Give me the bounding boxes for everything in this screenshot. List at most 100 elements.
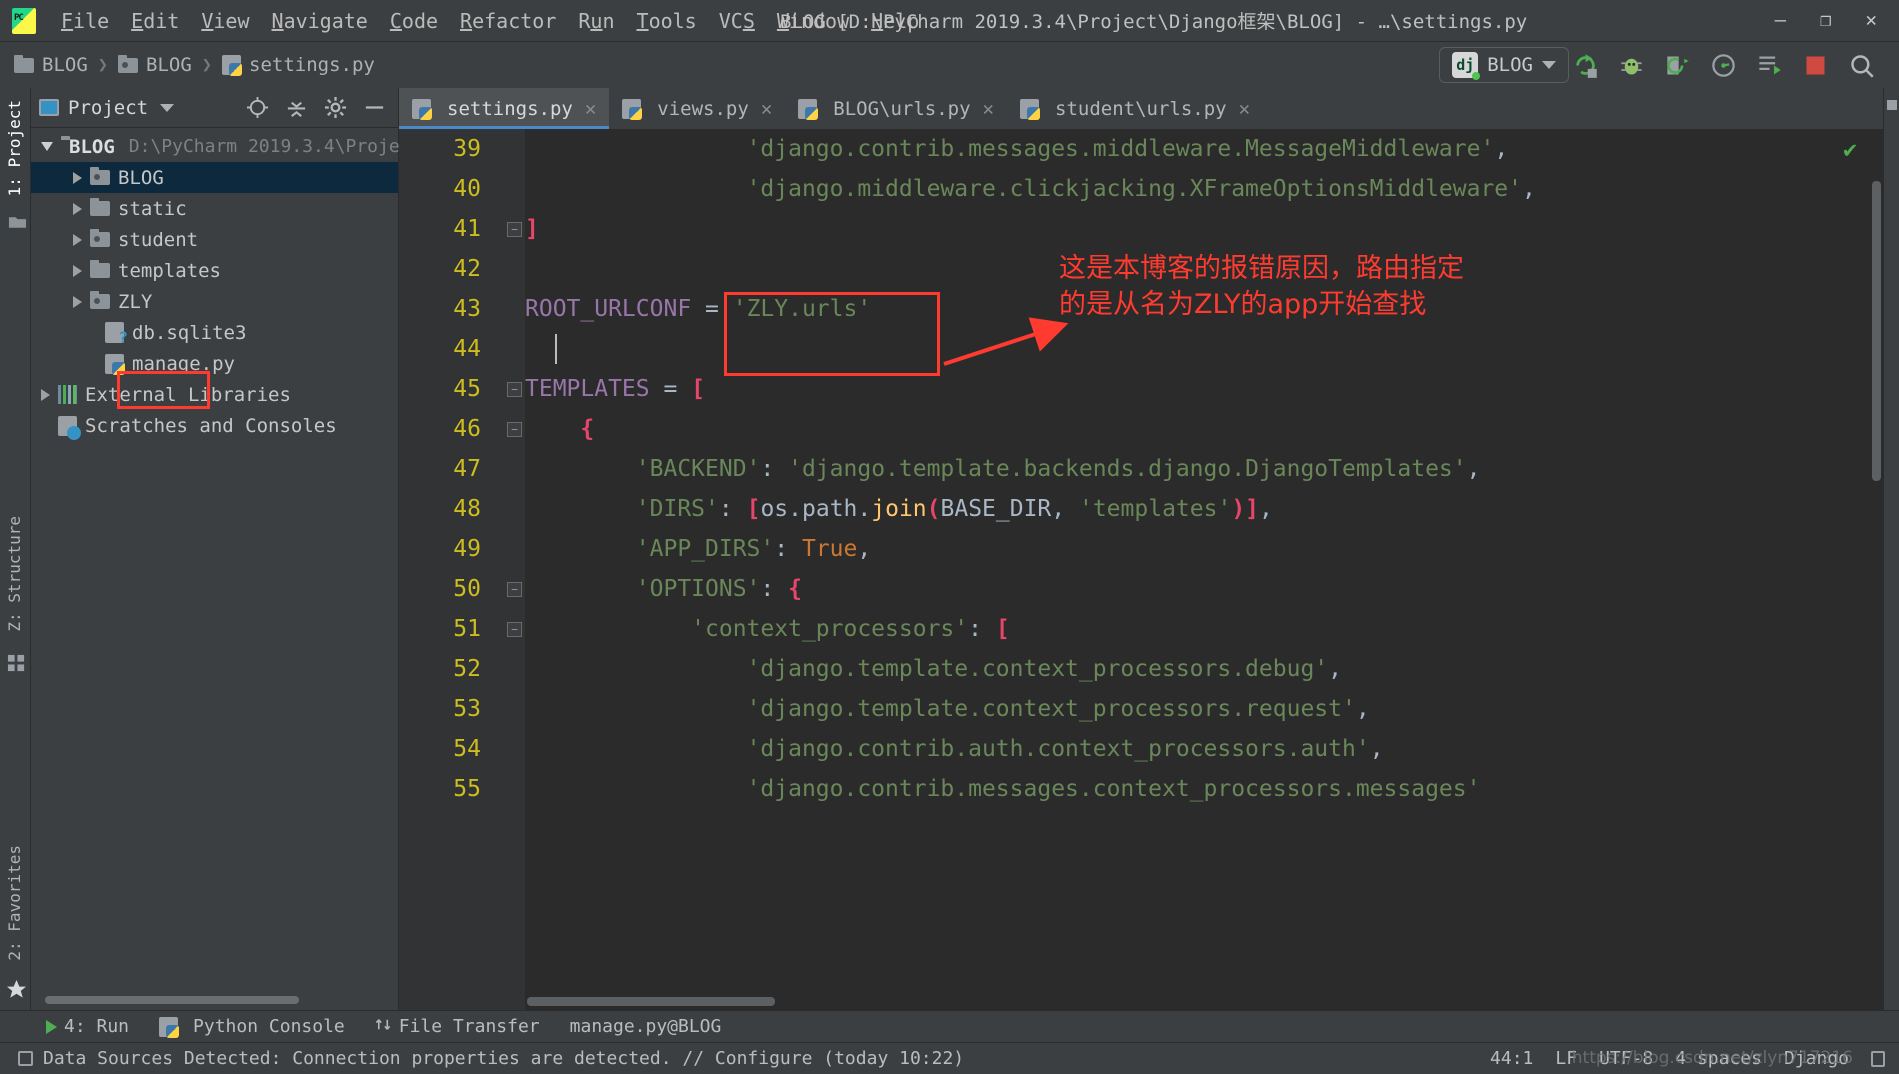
debug-icon[interactable]	[1618, 52, 1645, 79]
sidebar-item-project[interactable]: 1: Project	[5, 92, 24, 204]
menu-item-tools[interactable]: Tools	[626, 7, 708, 35]
code-line[interactable]: 54 'django.contrib.auth.context_processo…	[399, 729, 1883, 769]
tool-button-run[interactable]: 4: Run	[46, 1016, 129, 1037]
code-line[interactable]: 46 {	[399, 409, 1883, 449]
chevron-down-icon[interactable]	[1542, 61, 1556, 69]
menu-item-navigate[interactable]: Navigate	[261, 7, 379, 35]
close-icon[interactable]: ✕	[761, 98, 772, 120]
code-fold-toggle[interactable]: −	[507, 422, 522, 437]
code-fold-toggle[interactable]: −	[507, 222, 522, 237]
code-line[interactable]: 45 TEMPLATES = [	[399, 369, 1883, 409]
code-line[interactable]: 51 'context_processors': [	[399, 609, 1883, 649]
locate-icon[interactable]	[246, 96, 269, 119]
db-file-icon	[105, 322, 128, 347]
menu-item-vcs[interactable]: VCS	[708, 7, 766, 35]
chevron-right-icon[interactable]	[41, 388, 50, 401]
chevron-right-icon[interactable]	[73, 233, 82, 246]
rerun-icon[interactable]	[1572, 52, 1599, 79]
menu-item-view[interactable]: View	[190, 7, 260, 35]
breadcrumb-item-0[interactable]: BLOG	[42, 54, 88, 76]
editor-horizontal-scrollbar[interactable]	[527, 997, 775, 1006]
chevron-right-icon[interactable]	[73, 171, 82, 184]
stop-icon[interactable]	[1802, 52, 1829, 79]
close-icon[interactable]: ✕	[585, 98, 596, 120]
inspection-ok-icon[interactable]: ✔	[1843, 137, 1857, 163]
tree-row-student[interactable]: student	[31, 224, 398, 255]
chevron-down-icon[interactable]	[160, 103, 175, 112]
tree-row-external-libraries[interactable]: External Libraries	[31, 379, 398, 410]
library-icon	[58, 385, 77, 404]
code-fold-toggle[interactable]: −	[507, 622, 522, 637]
settings-gear-icon[interactable]	[324, 96, 347, 119]
watermark-text: https://blog.csdn.net/zlyn717216	[1571, 1048, 1853, 1068]
code-line[interactable]: 49 'APP_DIRS': True,	[399, 529, 1883, 569]
search-everywhere-icon[interactable]	[1848, 52, 1875, 79]
lock-icon[interactable]	[1871, 1050, 1885, 1067]
editor-vertical-scrollbar[interactable]	[1872, 181, 1881, 481]
text-caret	[555, 334, 557, 364]
code-fold-toggle[interactable]: −	[507, 382, 522, 397]
profile-icon[interactable]	[1710, 52, 1737, 79]
maximize-button[interactable]: ❐	[1820, 11, 1831, 30]
menu-item-file[interactable]: File	[50, 7, 120, 35]
code-editor[interactable]: 39 'django.contrib.messages.middleware.M…	[399, 129, 1883, 1010]
tree-row-scratches[interactable]: Scratches and Consoles	[31, 410, 398, 441]
tree-row-templates[interactable]: templates	[31, 255, 398, 286]
tree-row-manage-py[interactable]: manage.py	[31, 348, 398, 379]
status-message-area[interactable]: Data Sources Detected: Connection proper…	[18, 1048, 964, 1069]
editor-tab-blog-urls-py[interactable]: BLOG\urls.py ✕	[785, 88, 1007, 129]
favorites-folder-icon[interactable]	[8, 214, 27, 234]
editor-tab-views-py[interactable]: views.py ✕	[609, 88, 785, 129]
tree-row-static[interactable]: static	[31, 193, 398, 224]
tree-row-zly[interactable]: ZLY	[31, 286, 398, 317]
tool-button-file-transfer[interactable]: File Transfer	[375, 1016, 540, 1038]
chevron-down-icon[interactable]	[41, 142, 53, 151]
menu-item-run[interactable]: Run	[567, 7, 625, 35]
line-number: 45	[453, 376, 481, 402]
menu-item-code[interactable]: Code	[379, 7, 449, 35]
tree-row-blog-root[interactable]: BLOG D:\PyCharm 2019.3.4\Proje	[31, 131, 400, 162]
chevron-right-icon[interactable]	[73, 295, 82, 308]
line-number: 46	[453, 416, 481, 442]
code-line[interactable]: 50 'OPTIONS': {	[399, 569, 1883, 609]
star-icon[interactable]	[6, 979, 27, 1004]
menu-item-refactor[interactable]: Refactor	[449, 7, 567, 35]
caret-position[interactable]: 44:1	[1490, 1048, 1533, 1069]
sidebar-item-structure[interactable]: Z: Structure	[5, 508, 24, 640]
run-with-console-icon[interactable]	[1756, 52, 1783, 79]
code-line[interactable]: 52 'django.template.context_processors.d…	[399, 649, 1883, 689]
coverage-icon[interactable]	[1664, 52, 1691, 79]
collapse-all-icon[interactable]	[285, 96, 308, 119]
code-line[interactable]: 41]	[399, 209, 1883, 249]
database-panel-icon[interactable]	[1886, 100, 1897, 110]
breadcrumb-item-2[interactable]: settings.py	[249, 54, 375, 76]
close-icon[interactable]: ✕	[1239, 98, 1250, 120]
chevron-right-icon[interactable]	[73, 264, 82, 277]
chevron-right-icon[interactable]	[73, 202, 82, 215]
menu-item-edit[interactable]: Edit	[120, 7, 190, 35]
tree-row-blog-app[interactable]: BLOG	[31, 162, 398, 193]
minimize-button[interactable]: –	[1775, 11, 1786, 30]
tool-button-python-console[interactable]: Python Console	[159, 1016, 345, 1038]
code-line[interactable]: 47 'BACKEND': 'django.template.backends.…	[399, 449, 1883, 489]
hide-panel-icon[interactable]	[363, 96, 386, 119]
close-icon[interactable]: ✕	[983, 98, 994, 120]
breadcrumb-item-1[interactable]: BLOG	[146, 54, 192, 76]
code-line[interactable]: 39 'django.contrib.messages.middleware.M…	[399, 129, 1883, 169]
editor-tab-settings-py[interactable]: settings.py ✕	[399, 88, 610, 129]
run-configuration-selector[interactable]: dj BLOG	[1439, 47, 1569, 83]
structure-grid-icon[interactable]	[7, 654, 26, 677]
project-panel-horizontal-scrollbar[interactable]	[45, 996, 299, 1004]
tree-item-label: manage.py	[132, 352, 235, 375]
code-line[interactable]: 55 'django.contrib.messages.context_proc…	[399, 769, 1883, 809]
code-line[interactable]: 53 'django.template.context_processors.r…	[399, 689, 1883, 729]
code-fold-toggle[interactable]: −	[507, 582, 522, 597]
code-line[interactable]: 40 'django.middleware.clickjacking.XFram…	[399, 169, 1883, 209]
editor-tab-student-urls-py[interactable]: student\urls.py ✕	[1007, 88, 1263, 129]
close-button[interactable]: ✕	[1866, 11, 1877, 30]
code-line[interactable]: 44	[399, 329, 1883, 369]
sidebar-item-favorites[interactable]: 2: Favorites	[5, 837, 24, 969]
code-line[interactable]: 48 'DIRS': [os.path.join(BASE_DIR, 'temp…	[399, 489, 1883, 529]
tree-row-db-sqlite3[interactable]: db.sqlite3	[31, 317, 398, 348]
tool-button-manage-py[interactable]: manage.py@BLOG	[570, 1016, 722, 1037]
